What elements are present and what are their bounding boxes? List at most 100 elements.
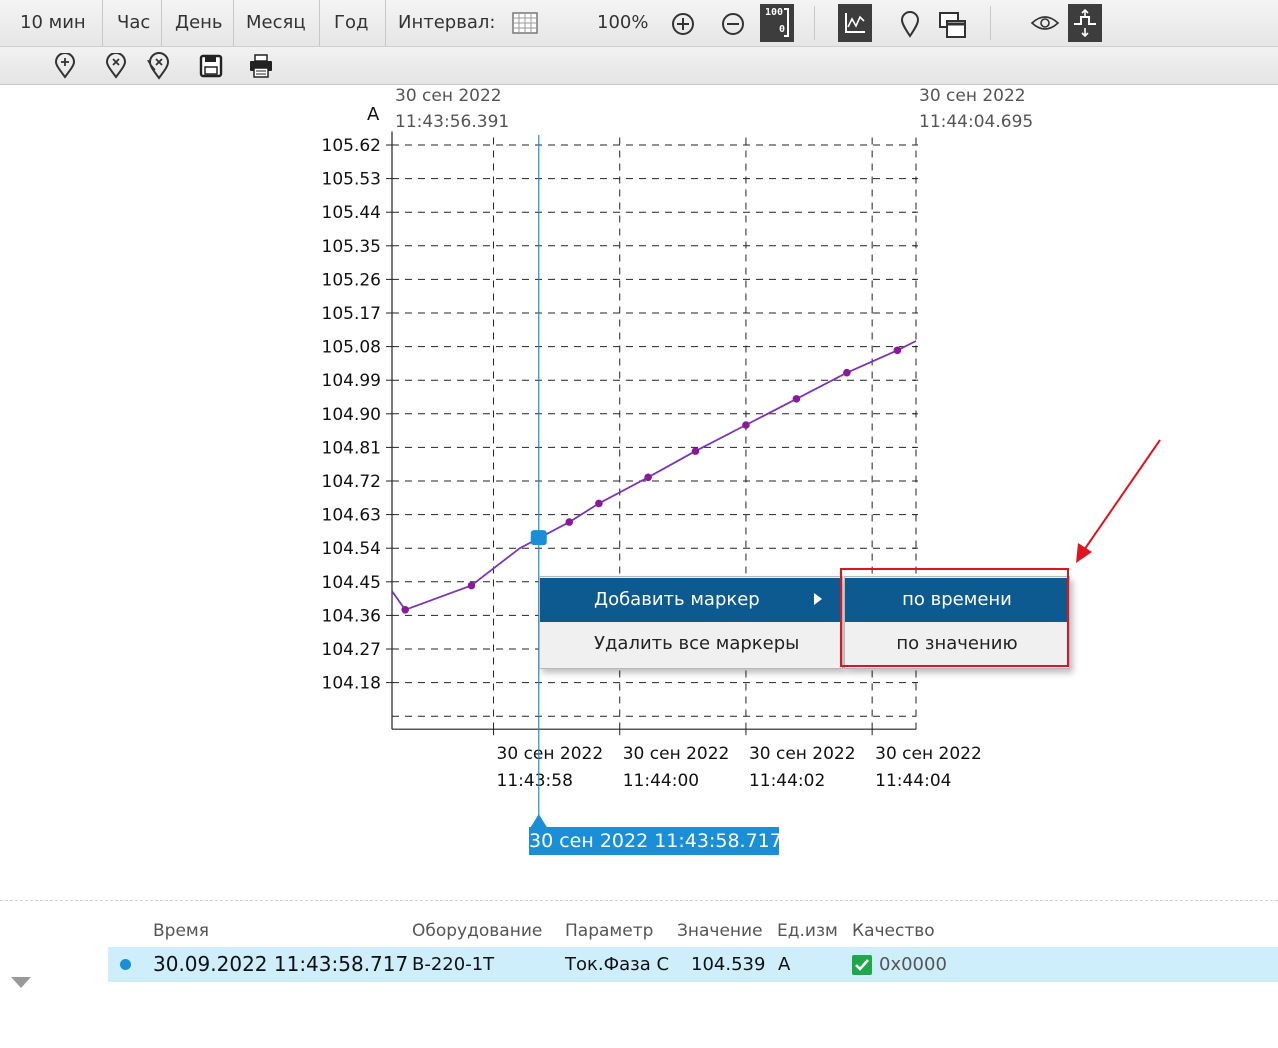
windows-icon[interactable] xyxy=(937,10,969,40)
y-tick-label: 105.35 xyxy=(322,237,381,257)
map-pin-icon[interactable] xyxy=(900,10,920,38)
remove-marker-icon[interactable] xyxy=(105,53,127,79)
x-tick-date: 30 сен 2022 xyxy=(623,744,730,764)
x-tick-date: 30 сен 2022 xyxy=(749,744,856,764)
data-point xyxy=(792,395,801,403)
y-unit-label: A xyxy=(367,104,380,125)
y-tick-label: 104.45 xyxy=(322,573,381,593)
cell-quality: 0x0000 xyxy=(879,954,947,975)
range-end-time: 11:44:04.695 xyxy=(919,112,1033,132)
data-point xyxy=(843,368,851,377)
range-start-date: 30 сен 2022 xyxy=(395,86,502,106)
col-header-time[interactable]: Время xyxy=(153,918,209,944)
toolbar-divider xyxy=(814,6,815,40)
range-10min-button[interactable]: 10 мин xyxy=(0,0,103,46)
chart-mode-button[interactable] xyxy=(838,4,872,42)
y-tick-label: 104.72 xyxy=(322,472,381,492)
menu-item-add-marker[interactable]: Добавить маркер xyxy=(540,578,842,622)
table-row[interactable]: 30.09.2022 11:43:58.717 В-220-1Т Ток.Фаз… xyxy=(108,947,1278,982)
y-tick-label: 104.36 xyxy=(322,606,381,626)
range-year-button[interactable]: Год xyxy=(320,0,386,46)
annotation-arrow-icon xyxy=(1076,439,1161,563)
main-toolbar: 10 мин Час День Месяц Год Интервал: 100%… xyxy=(0,0,1278,47)
y-tick-label: 105.08 xyxy=(322,338,381,358)
col-header-unit[interactable]: Ед.изм xyxy=(777,918,838,944)
y-tick-label: 105.44 xyxy=(322,203,381,223)
data-point xyxy=(644,473,652,482)
toolbar-divider xyxy=(990,6,991,40)
range-hour-button[interactable]: Час xyxy=(103,0,162,46)
y-tick-label: 104.99 xyxy=(322,371,381,391)
cursor-handle xyxy=(530,814,547,827)
y-tick-label: 105.53 xyxy=(322,170,381,190)
remove-all-markers-icon[interactable] xyxy=(146,52,172,80)
eye-icon[interactable] xyxy=(1030,14,1060,32)
calendar-icon[interactable] xyxy=(510,11,540,35)
col-header-parameter[interactable]: Параметр xyxy=(565,918,653,944)
cell-equipment: В-220-1Т xyxy=(412,954,495,975)
range-day-label: День xyxy=(175,12,223,33)
scale-top-label: 100 xyxy=(765,7,784,18)
print-icon[interactable] xyxy=(248,53,274,79)
y-tick-label: 104.27 xyxy=(322,640,381,660)
x-tick-time: 11:44:00 xyxy=(623,771,699,791)
y-tick-label: 105.26 xyxy=(322,270,381,290)
add-marker-icon[interactable] xyxy=(54,53,76,79)
marker-toolbar xyxy=(0,47,1278,85)
data-point xyxy=(691,447,700,455)
col-header-equipment[interactable]: Оборудование xyxy=(412,918,542,944)
range-day-button[interactable]: День xyxy=(162,0,234,46)
cell-unit: А xyxy=(778,954,791,975)
menu-item-remove-all-markers[interactable]: Удалить все маркеры xyxy=(540,622,842,666)
data-point xyxy=(595,499,603,508)
quality-ok-icon xyxy=(852,955,872,975)
remove-all-markers-label: Удалить все маркеры xyxy=(594,633,800,654)
range-year-label: Год xyxy=(334,12,369,33)
cell-time: 30.09.2022 11:43:58.717 xyxy=(153,952,409,976)
zoom-in-icon[interactable] xyxy=(670,11,696,37)
y-tick-label: 104.90 xyxy=(322,405,381,425)
panel-divider xyxy=(0,900,1278,901)
bracket-icon xyxy=(784,8,789,37)
zoom-level: 100% xyxy=(597,12,649,33)
range-end-date: 30 сен 2022 xyxy=(919,86,1026,106)
x-tick-time: 11:44:02 xyxy=(749,771,825,791)
scale-100-button[interactable]: 100 0 xyxy=(760,4,794,42)
y-tick-label: 104.81 xyxy=(322,438,381,458)
cursor-time-label: 30 сен 2022 11:43:58.717 xyxy=(529,827,779,855)
cell-value: 104.539 xyxy=(691,954,766,975)
interval-label: Интервал: xyxy=(398,12,496,33)
range-start-time: 11:43:56.391 xyxy=(395,112,509,132)
y-tick-label: 105.62 xyxy=(322,136,381,156)
series-line xyxy=(391,340,917,611)
range-hour-label: Час xyxy=(117,12,151,33)
context-menu: Добавить маркер Удалить все маркеры xyxy=(539,576,843,669)
x-tick-time: 11:44:04 xyxy=(875,771,951,791)
step-mode-button[interactable] xyxy=(1068,4,1102,42)
data-point xyxy=(401,606,409,614)
y-tick-label: 105.17 xyxy=(322,304,381,324)
col-header-value[interactable]: Значение xyxy=(677,918,763,944)
add-marker-label: Добавить маркер xyxy=(594,589,760,610)
range-month-button[interactable]: Месяц xyxy=(234,0,320,46)
y-tick-label: 104.54 xyxy=(322,539,381,559)
collapse-triangle-icon[interactable] xyxy=(10,976,32,990)
cursor-point-marker xyxy=(530,530,547,546)
col-header-quality[interactable]: Качество xyxy=(852,918,935,944)
series-color-dot xyxy=(120,959,131,970)
x-tick-date: 30 сен 2022 xyxy=(497,744,604,764)
data-point xyxy=(893,346,902,355)
save-icon[interactable] xyxy=(198,53,224,79)
zoom-out-icon[interactable] xyxy=(720,11,746,37)
cell-parameter: Ток.Фаза С xyxy=(565,954,670,975)
y-tick-label: 104.63 xyxy=(322,506,381,526)
range-10min-label: 10 мин xyxy=(20,12,86,33)
data-point xyxy=(565,518,574,526)
submenu-arrow-icon xyxy=(814,593,822,605)
data-point xyxy=(467,581,476,590)
x-tick-date: 30 сен 2022 xyxy=(875,744,982,764)
line-chart-icon xyxy=(845,13,865,33)
step-chart-icon xyxy=(1074,9,1096,37)
y-tick-label: 104.18 xyxy=(322,674,381,694)
data-point xyxy=(742,421,750,429)
